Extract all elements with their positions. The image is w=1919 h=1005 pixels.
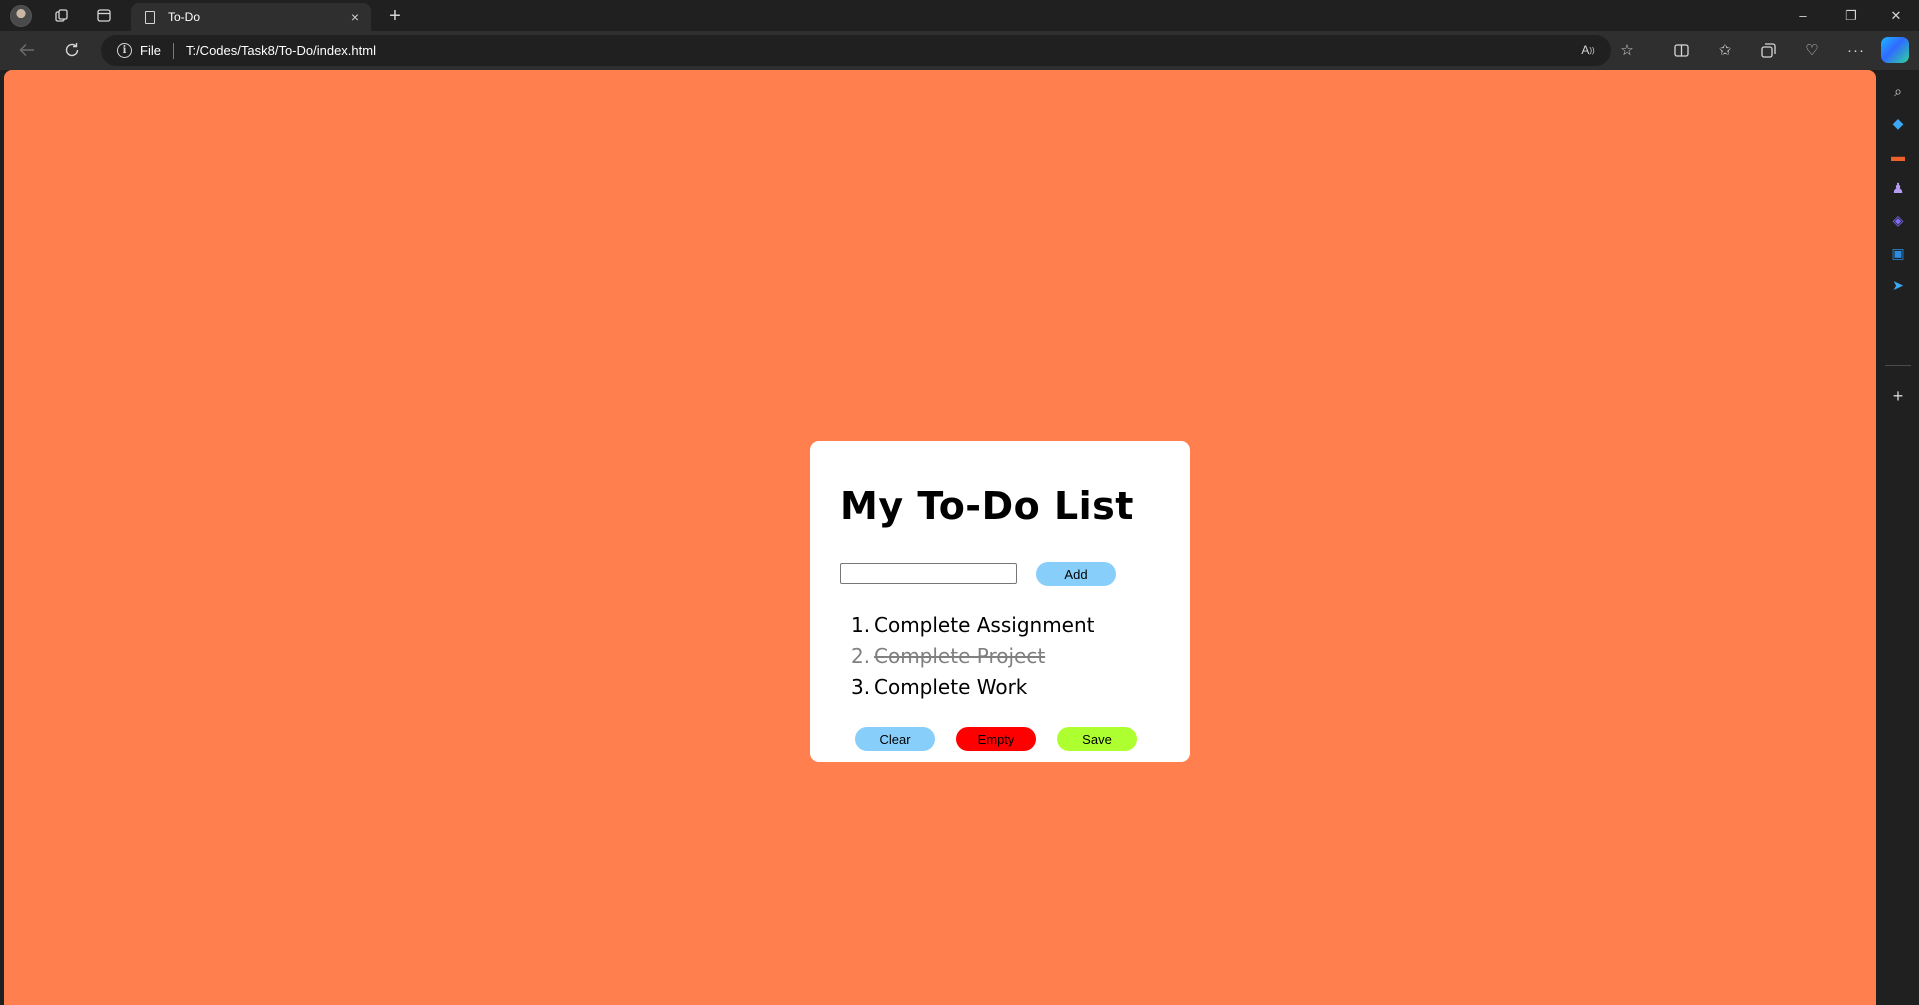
favorite-star-icon[interactable]: ☆ xyxy=(1610,35,1644,65)
title-bar: To-Do × + – ❐ ✕ xyxy=(0,0,1919,31)
list-item-completed[interactable]: 2. Complete Project xyxy=(851,641,1095,672)
site-info-icon[interactable]: i xyxy=(117,43,132,58)
add-sidebar-app-icon[interactable]: + xyxy=(1887,385,1909,407)
tab-to-do[interactable]: To-Do × xyxy=(131,3,371,31)
address-bar[interactable]: i File T:/Codes/Task8/To-Do/index.html xyxy=(101,35,1611,66)
tab-title: To-Do xyxy=(168,10,201,24)
task-input[interactable] xyxy=(840,563,1017,584)
list-item-text: Complete Work xyxy=(874,675,1028,699)
empty-button[interactable]: Empty xyxy=(956,727,1036,751)
page-document-icon xyxy=(145,10,155,24)
list-item-text: Complete Assignment xyxy=(874,613,1095,637)
send-icon[interactable]: ➤ xyxy=(1887,274,1909,296)
shopping-tag-icon[interactable]: ◆ xyxy=(1887,112,1909,134)
more-options-icon[interactable]: ··· xyxy=(1839,35,1873,65)
restore-icon[interactable]: ❐ xyxy=(1828,0,1874,31)
favorites-list-icon[interactable]: ✩ xyxy=(1708,35,1742,65)
copilot-icon[interactable] xyxy=(1881,37,1909,63)
list-item-number: 3. xyxy=(851,675,871,699)
edge-sidebar: ⌕ ◆ ▬ ♟ ◈ ▣ ➤ + xyxy=(1877,70,1919,1005)
browser-toolbar: i File T:/Codes/Task8/To-Do/index.html A… xyxy=(0,31,1919,70)
url-text[interactable]: T:/Codes/Task8/To-Do/index.html xyxy=(186,43,376,58)
add-button[interactable]: Add xyxy=(1036,562,1116,586)
games-icon[interactable]: ♟ xyxy=(1887,177,1909,199)
avatar xyxy=(10,4,32,27)
list-item[interactable]: 1. Complete Assignment xyxy=(851,610,1095,641)
read-aloud-icon[interactable]: A)) xyxy=(1571,35,1605,65)
page-viewport: My To-Do List Add 1. Complete Assignment … xyxy=(4,70,1876,1005)
search-icon[interactable]: ⌕ xyxy=(1887,80,1909,102)
collections-icon[interactable] xyxy=(1751,35,1785,65)
minimize-icon[interactable]: – xyxy=(1780,0,1826,31)
close-tab-icon[interactable]: × xyxy=(351,9,359,25)
list-item[interactable]: 3. Complete Work xyxy=(851,672,1095,703)
page-title: My To-Do List xyxy=(840,484,1134,528)
outlook-icon[interactable]: ▣ xyxy=(1887,242,1909,264)
copilot-app-icon[interactable]: ◈ xyxy=(1887,209,1909,231)
scheme-label: File xyxy=(140,43,161,58)
browser-essentials-icon[interactable]: ♡ xyxy=(1795,35,1829,65)
vertical-tabs-icon[interactable] xyxy=(83,0,125,31)
new-tab-icon[interactable]: + xyxy=(381,3,409,29)
address-divider xyxy=(172,42,174,59)
profile-button[interactable] xyxy=(0,0,42,31)
close-window-icon[interactable]: ✕ xyxy=(1873,0,1919,31)
todo-card: My To-Do List Add 1. Complete Assignment … xyxy=(810,441,1190,762)
todo-list: 1. Complete Assignment 2. Complete Project… xyxy=(851,610,1095,703)
back-arrow-icon[interactable] xyxy=(10,35,44,65)
list-item-number: 1. xyxy=(851,613,871,637)
save-button[interactable]: Save xyxy=(1057,727,1137,751)
workspaces-icon[interactable] xyxy=(41,0,83,31)
reload-icon[interactable] xyxy=(55,35,89,65)
tools-briefcase-icon[interactable]: ▬ xyxy=(1887,145,1909,167)
sidebar-divider xyxy=(1885,365,1911,366)
split-screen-icon[interactable] xyxy=(1664,35,1698,65)
clear-button[interactable]: Clear xyxy=(855,727,935,751)
list-item-text: Complete Project xyxy=(874,644,1046,668)
list-item-number: 2. xyxy=(851,644,871,668)
